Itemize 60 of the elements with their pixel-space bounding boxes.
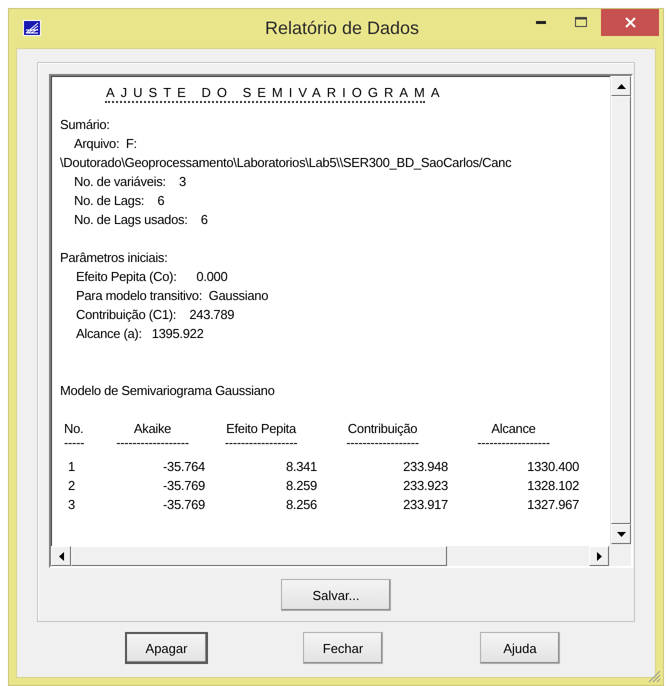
table-cell-text: 233.917 [402,496,448,514]
table-cell-text: 2 [67,477,76,495]
table-cell-text: 1328.102 [526,477,579,495]
window-title: Relatório de Dados [264,18,420,39]
table-cell-text: 1330.400 [526,458,579,476]
scroll-down-button[interactable] [611,524,631,544]
column-header: Alcance [490,420,537,438]
scroll-left-button[interactable] [51,546,71,566]
left-arrow-icon [58,552,64,560]
table-cell-text: -35.764 [162,458,205,476]
table-cell-text: 1 [67,458,76,476]
report-line: Arquivo: F: [73,135,137,153]
close-button[interactable] [601,9,659,36]
section-label: Modelo de Semivariograma Gaussiano [60,382,275,400]
resize-grip-icon[interactable] [647,669,661,683]
report-line: No. de variáveis: 3 [73,173,186,191]
down-arrow-icon [616,532,626,536]
app-icon [23,20,41,36]
table-cell-text: 233.923 [402,477,448,495]
minimize-icon [536,20,546,24]
column-header: Akaike [132,420,172,438]
save-button[interactable]: Salvar... [281,579,391,611]
right-arrow-icon [596,552,602,560]
report-line: No. de Lags usados: 6 [73,211,208,229]
separator-dashes: ------------------ [345,438,420,452]
separator-dashes: ----- [63,438,86,452]
table-cell-text: -35.769 [162,477,205,495]
scroll-up-button[interactable] [611,76,631,96]
maximize-icon [575,17,587,27]
separator-dashes: ------------------ [224,438,298,452]
scrollbar-corner [609,544,631,566]
separator-dashes: ------------------ [115,438,190,452]
report-line: Contribuição (C1): 243.789 [75,306,234,324]
report-line: No. de Lags: 6 [73,192,164,210]
table-cell-text: -35.769 [162,496,205,514]
close-icon [624,17,636,28]
table-cell-text: 1327.967 [526,496,579,514]
horizontal-scrollbar[interactable] [51,546,609,566]
dialog-button[interactable]: Ajuda [480,632,560,664]
column-header: No. [63,420,84,438]
section-label: Parâmetros iniciais: [60,249,168,267]
table-cell-text: 3 [67,496,76,514]
up-arrow-icon [616,84,626,88]
scroll-right-button[interactable] [589,546,609,566]
table-cell-text: 8.259 [284,477,317,495]
dialog-button[interactable]: Fechar [303,632,383,664]
file-path: \Doutorado\Geoprocessamento\Laboratorios\Lab5\\SER300_BD_SaoCarlos/Canc [60,154,512,172]
report-line: Efeito Pepita (Co): 0.000 [75,268,228,286]
separator-dashes: ------------------ [476,438,551,452]
dialog-button[interactable]: Apagar [125,632,208,664]
section-label: Sumário: [60,116,110,134]
scroll-thumb[interactable] [71,546,447,566]
report-line: Alcance (a): 1395.922 [75,325,204,343]
table-cell-text: 233.948 [402,458,448,476]
column-header: Contribuição [346,420,418,438]
table-cell-text: 8.341 [284,458,317,476]
report-heading: AJUSTE DO SEMIVARIOGRAMA [106,84,446,101]
column-header: Efeito Pepita [225,420,298,438]
table-cell-text: 8.256 [284,496,317,514]
report-line: Para modelo transitivo: Gaussiano [75,287,268,305]
